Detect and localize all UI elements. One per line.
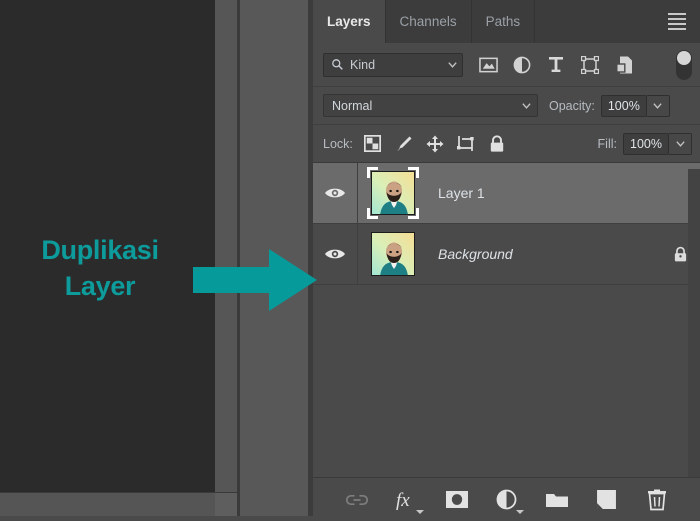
chevron-down-icon — [448, 62, 457, 68]
layers-panel: Layers Channels Paths Kind Normal Opacit… — [313, 0, 700, 521]
chevron-down-icon — [653, 103, 663, 109]
tab-channels-label: Channels — [399, 14, 457, 29]
portrait-thumbnail[interactable] — [367, 228, 419, 280]
tab-bar-spacer — [535, 0, 668, 43]
opacity-label: Opacity: — [549, 98, 595, 113]
new-layer-icon[interactable] — [594, 487, 620, 513]
blend-mode-row: Normal Opacity: 100% — [313, 87, 700, 125]
filter-kind-value: Kind — [350, 57, 376, 72]
layer-list-scrollbar[interactable] — [688, 169, 700, 477]
new-group-icon[interactable] — [544, 487, 570, 513]
window-bottom-edge — [0, 516, 313, 521]
layer-visibility-toggle[interactable] — [313, 224, 358, 284]
annotation-line-2: Layer — [64, 271, 136, 302]
annotation-line-1: Duplikasi — [41, 235, 159, 265]
position-lock-icon[interactable] — [425, 134, 445, 154]
transparency-lock-icon[interactable] — [363, 134, 383, 154]
portrait-thumbnail[interactable] — [367, 167, 419, 219]
filter-row: Kind — [313, 43, 700, 87]
artboard-lock-icon[interactable] — [456, 134, 476, 154]
canvas-scrollbar-corner — [215, 492, 237, 516]
image-pixels-lock-icon[interactable] — [394, 134, 414, 154]
hamburger-menu-icon[interactable] — [668, 12, 700, 31]
selection-corner — [408, 167, 419, 178]
layer-visibility-toggle[interactable] — [313, 163, 358, 223]
panel-tab-bar: Layers Channels Paths — [313, 0, 700, 43]
tab-channels[interactable]: Channels — [386, 0, 472, 43]
fill-label: Fill: — [597, 136, 617, 151]
filter-enable-toggle[interactable] — [676, 49, 692, 80]
chevron-down-icon — [522, 103, 531, 109]
search-icon — [332, 59, 343, 70]
filter-kind-dropdown[interactable]: Kind — [323, 52, 463, 77]
right-arrow-icon — [193, 249, 317, 311]
selection-corner — [367, 208, 378, 219]
blend-mode-dropdown[interactable]: Normal — [323, 94, 538, 117]
lock-label: Lock: — [323, 136, 353, 151]
chevron-down-icon — [675, 141, 685, 147]
layers-panel-bottom-toolbar: fx — [313, 477, 700, 521]
layer-name-label[interactable]: Layer 1 — [438, 185, 660, 201]
table-row[interactable]: Background — [313, 224, 700, 285]
type-filter-icon[interactable] — [544, 53, 568, 77]
lock-row: Lock: Fill: 100% — [313, 125, 700, 163]
dropdown-triangle-icon — [415, 509, 424, 514]
table-row[interactable]: Layer 1 — [313, 163, 700, 224]
adjustment-layer-icon[interactable] — [494, 487, 524, 514]
link-layers-icon[interactable] — [344, 487, 370, 513]
tab-layers-label: Layers — [327, 14, 371, 29]
canvas-horizontal-scrollbar[interactable] — [0, 492, 215, 516]
selection-corner — [408, 208, 419, 219]
shape-filter-icon[interactable] — [578, 53, 602, 77]
opacity-chevron-button[interactable] — [646, 94, 670, 117]
delete-layer-icon[interactable] — [644, 487, 670, 513]
eye-icon — [325, 249, 345, 259]
tab-paths-label: Paths — [485, 14, 521, 29]
workspace-strip-left — [215, 0, 237, 492]
blend-mode-value: Normal — [332, 98, 373, 113]
fill-chevron-button[interactable] — [669, 132, 692, 155]
lock-all-icon[interactable] — [487, 134, 507, 154]
filter-type-icons — [476, 53, 636, 77]
image-filter-icon[interactable] — [476, 53, 500, 77]
tab-paths[interactable]: Paths — [472, 0, 536, 43]
svg-text:fx: fx — [396, 490, 410, 511]
layer-mask-icon[interactable] — [444, 487, 470, 513]
lock-icon-group — [363, 134, 507, 154]
layer-name-label[interactable]: Background — [438, 246, 660, 262]
fill-input[interactable]: 100% — [623, 132, 669, 155]
tab-layers[interactable]: Layers — [313, 0, 386, 43]
smart-object-filter-icon[interactable] — [612, 53, 636, 77]
annotation-label: Duplikasi Layer — [0, 232, 200, 305]
eye-icon — [325, 188, 345, 198]
thumbnail-image — [371, 232, 415, 276]
layer-style-fx-icon[interactable]: fx — [394, 487, 424, 514]
layer-list: Layer 1 Background — [313, 163, 700, 285]
adjustment-filter-icon[interactable] — [510, 53, 534, 77]
lock-icon — [674, 246, 686, 261]
canvas-area: Duplikasi Layer — [0, 0, 215, 492]
opacity-input[interactable]: 100% — [600, 94, 647, 117]
selection-corner — [367, 167, 378, 178]
dropdown-triangle-icon — [515, 509, 524, 514]
